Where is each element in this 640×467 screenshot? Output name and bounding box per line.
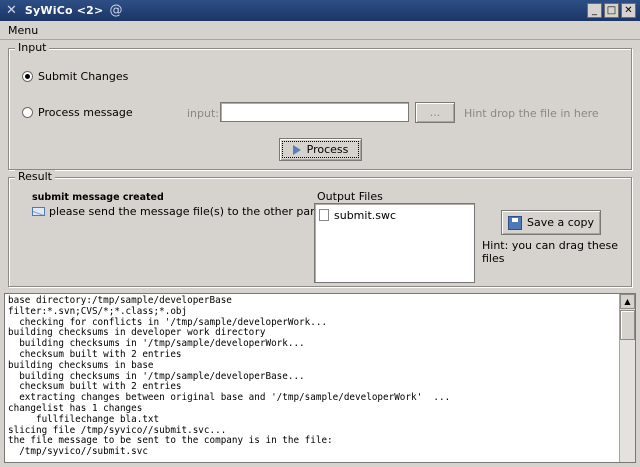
title-bar: ✕ SyWiCo <2> @ _ □ ✕ [0, 0, 640, 21]
log-output[interactable]: base directory:/tmp/sample/developerBase… [4, 293, 636, 463]
app-icon: @ [109, 3, 123, 18]
play-icon [292, 144, 301, 155]
browse-button[interactable]: ... [415, 102, 455, 123]
save-copy-label: Save a copy [526, 216, 594, 229]
scroll-up-icon[interactable]: ▲ [620, 294, 635, 309]
process-button-label: Process [306, 143, 349, 156]
file-item[interactable]: submit.swc [319, 209, 396, 222]
menu-bar: Menu [0, 21, 640, 40]
submit-changes-label: Submit Changes [38, 70, 129, 83]
process-message-label: Process message [38, 106, 133, 119]
status-title: submit message created [32, 192, 164, 203]
file-icon [319, 209, 329, 221]
log-scrollbar[interactable]: ▲ [619, 294, 635, 462]
result-group-legend: Result [15, 170, 55, 183]
output-files-list[interactable]: submit.swc [314, 203, 475, 283]
process-button[interactable]: Process [279, 138, 362, 161]
input-group-legend: Input [15, 41, 50, 54]
menu-item-menu[interactable]: Menu [0, 24, 46, 37]
status-text: please send the message file(s) to the o… [49, 205, 326, 218]
input-label: input: [187, 107, 220, 120]
submit-changes-radio[interactable] [22, 71, 33, 82]
mail-icon [32, 207, 45, 216]
maximize-button[interactable]: □ [604, 3, 619, 18]
window-title: SyWiCo <2> [24, 4, 104, 17]
process-message-option[interactable]: Process message [22, 106, 133, 119]
input-file-field[interactable] [220, 102, 409, 122]
log-text: base directory:/tmp/sample/developerBase… [8, 295, 451, 458]
drop-hint: Hint drop the file in here [464, 107, 599, 120]
result-group: Result submit message created please sen… [8, 170, 632, 287]
input-group: Input Submit Changes Process message inp… [8, 41, 632, 170]
minimize-button[interactable]: _ [587, 3, 602, 18]
output-files-legend: Output Files [317, 190, 383, 203]
drag-hint: Hint: you can drag these files [482, 239, 619, 265]
submit-changes-option[interactable]: Submit Changes [22, 70, 128, 83]
status-message: please send the message file(s) to the o… [32, 205, 326, 218]
save-copy-button[interactable]: Save a copy [501, 210, 601, 235]
file-name: submit.swc [334, 209, 397, 222]
close-button[interactable]: ✕ [621, 3, 636, 18]
save-icon [507, 215, 522, 230]
process-message-radio[interactable] [22, 107, 33, 118]
window-menu-icon[interactable]: ✕ [6, 3, 17, 18]
scroll-thumb[interactable] [620, 310, 635, 340]
